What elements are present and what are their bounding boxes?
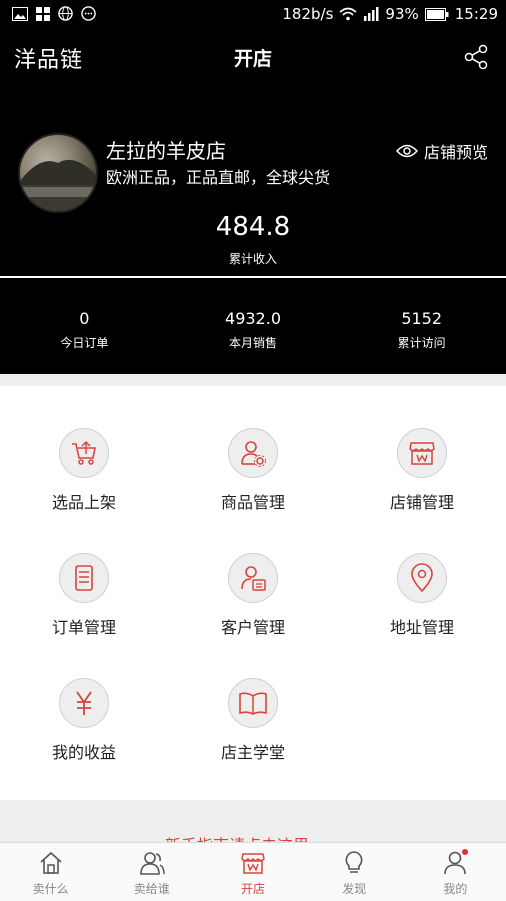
home-icon bbox=[40, 851, 62, 874]
stat-label: 今日订单 bbox=[60, 336, 109, 350]
menu-item-store-management[interactable]: 店铺管理 bbox=[338, 386, 506, 512]
tab-label: 卖什么 bbox=[32, 882, 69, 896]
tab-label: 我的 bbox=[443, 882, 468, 896]
globe-icon bbox=[58, 6, 73, 21]
shop-preview-label: 店铺预览 bbox=[423, 143, 488, 162]
share-button[interactable] bbox=[462, 43, 490, 75]
shop-avatar[interactable] bbox=[18, 133, 98, 213]
eye-icon bbox=[395, 144, 418, 158]
menu-item-label: 选品上架 bbox=[51, 493, 116, 512]
menu-item-label: 客户管理 bbox=[220, 618, 285, 637]
menu-item-owner-academy[interactable]: 店主学堂 bbox=[169, 636, 337, 762]
menu-item-label: 商品管理 bbox=[220, 493, 285, 512]
customer-card-icon bbox=[228, 553, 278, 603]
menu-item-my-earnings[interactable]: 我的收益 bbox=[0, 636, 168, 762]
menu-item-label: 店主学堂 bbox=[220, 743, 285, 762]
stat-label: 累计访问 bbox=[397, 336, 446, 350]
apps-icon bbox=[36, 6, 50, 21]
share-icon bbox=[464, 44, 488, 70]
store-icon bbox=[397, 428, 447, 478]
tab-discover[interactable]: 发现 bbox=[304, 843, 405, 901]
menu-item-order-management[interactable]: 订单管理 bbox=[0, 511, 168, 637]
stats-row: 0 今日订单 4932.0 本月销售 5152 累计访问 bbox=[0, 278, 506, 374]
image-icon bbox=[12, 6, 28, 21]
more-icon bbox=[81, 6, 96, 21]
tab-what-to-sell[interactable]: 卖什么 bbox=[0, 843, 101, 901]
tab-label: 卖给谁 bbox=[133, 882, 170, 896]
notification-dot bbox=[462, 849, 469, 855]
signal-icon bbox=[364, 7, 379, 21]
wifi-icon bbox=[339, 7, 357, 21]
bulb-icon bbox=[345, 851, 363, 873]
tab-label: 开店 bbox=[241, 882, 266, 896]
location-pin-icon bbox=[397, 553, 447, 603]
page-title: 开店 bbox=[233, 48, 272, 70]
tab-open-store[interactable]: 开店 bbox=[202, 843, 303, 901]
menu-item-label: 我的收益 bbox=[51, 743, 116, 762]
tab-mine[interactable]: 我的 bbox=[405, 843, 506, 901]
cart-upload-icon bbox=[59, 428, 109, 478]
menu-item-address-management[interactable]: 地址管理 bbox=[338, 511, 506, 637]
menu-item-select-products[interactable]: 选品上架 bbox=[0, 386, 168, 512]
yen-icon bbox=[59, 678, 109, 728]
app-bar: 洋品链 开店 bbox=[0, 30, 506, 86]
menu-item-product-management[interactable]: 商品管理 bbox=[169, 386, 337, 512]
battery-icon bbox=[424, 7, 449, 21]
stat-label: 本月销售 bbox=[229, 336, 278, 350]
stat-value: 5152 bbox=[401, 309, 443, 328]
menu-item-customer-management[interactable]: 客户管理 bbox=[169, 511, 337, 637]
avatar-image bbox=[20, 159, 96, 211]
tab-sell-to-whom[interactable]: 卖给谁 bbox=[101, 843, 202, 901]
shop-name: 左拉的羊皮店 bbox=[106, 139, 226, 163]
guide-section: 新手指南请点击这里 >> bbox=[0, 800, 506, 842]
beginner-guide-link[interactable]: 新手指南请点击这里 >> bbox=[0, 832, 506, 842]
stat-total-visits[interactable]: 5152 累计访问 bbox=[337, 278, 506, 374]
users-icon bbox=[139, 852, 165, 875]
store-icon bbox=[241, 853, 265, 874]
book-icon bbox=[228, 678, 278, 728]
menu-item-label: 地址管理 bbox=[389, 618, 454, 637]
document-icon bbox=[59, 553, 109, 603]
section-gap bbox=[0, 374, 506, 386]
user-gear-icon bbox=[228, 428, 278, 478]
net-speed: 182b/s bbox=[282, 5, 334, 23]
status-icons-left bbox=[12, 6, 96, 21]
stat-value: 4932.0 bbox=[225, 309, 281, 328]
stat-today-orders[interactable]: 0 今日订单 bbox=[0, 278, 169, 374]
menu-grid: 选品上架 商品管理 店铺管理 订单管理 客户管理 地址管理 我的收益 店主学堂 bbox=[0, 386, 506, 800]
tab-label: 发现 bbox=[342, 882, 367, 896]
shop-description: 欧洲正品，正品直邮，全球尖货 bbox=[106, 168, 331, 187]
income-label: 累计收入 bbox=[228, 252, 277, 266]
stat-value: 0 bbox=[79, 309, 90, 328]
shop-profile: 左拉的羊皮店 欧洲正品，正品直邮，全球尖货 店铺预览 484.8 累计收入 bbox=[0, 86, 506, 276]
battery-percent: 93% bbox=[385, 5, 419, 23]
menu-item-label: 店铺管理 bbox=[389, 493, 454, 512]
status-icons-right: 182b/s 93% 15:29 bbox=[282, 5, 498, 23]
status-bar: 182b/s 93% 15:29 bbox=[0, 0, 506, 30]
menu-item-label: 订单管理 bbox=[51, 618, 116, 637]
clock: 15:29 bbox=[454, 5, 498, 23]
stat-month-sales[interactable]: 4932.0 本月销售 bbox=[169, 278, 338, 374]
bottom-tab-bar: 卖什么 卖给谁 开店 发现 我的 bbox=[0, 842, 506, 901]
shop-preview-button[interactable]: 店铺预览 bbox=[395, 139, 488, 163]
income-value: 484.8 bbox=[215, 212, 291, 242]
